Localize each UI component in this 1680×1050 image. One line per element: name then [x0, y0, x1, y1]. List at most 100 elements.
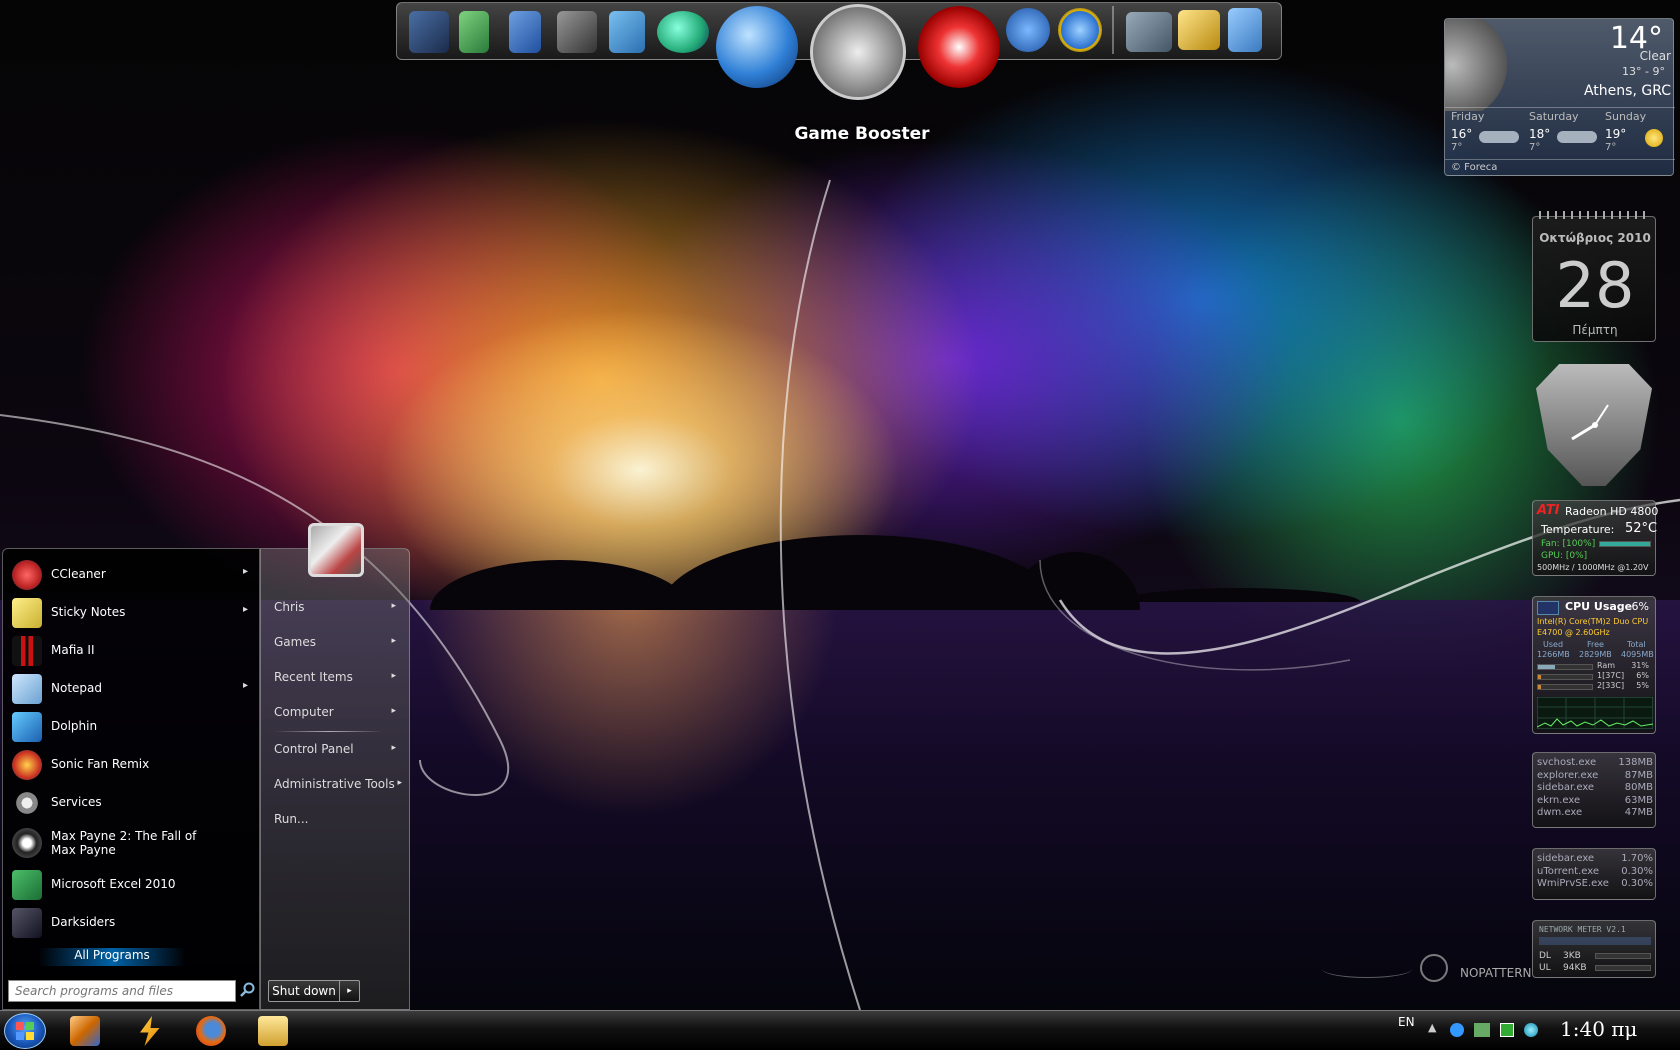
core1-bar [1537, 674, 1593, 680]
process-value: 87MB [1624, 769, 1653, 781]
gpu-monitor-gadget[interactable]: ATI Radeon HD 4800 Temperature: 52°C Fan… [1532, 500, 1658, 576]
ram-bar [1537, 664, 1593, 670]
winamp-icon[interactable] [140, 1016, 160, 1046]
upload-bar [1595, 965, 1651, 971]
firefox-icon[interactable] [196, 1016, 226, 1046]
cloud-icon [1479, 131, 1519, 143]
video-editor-icon[interactable] [557, 11, 597, 53]
mem-value: 2829MB [1579, 650, 1612, 659]
language-indicator[interactable]: EN [1398, 1015, 1415, 1029]
program-microsoft-excel-2010[interactable]: Microsoft Excel 2010 [8, 868, 258, 902]
media-player-icon[interactable] [70, 1016, 100, 1046]
core1-bar-fill [1538, 675, 1542, 679]
cpu-usage: 6% [1631, 600, 1649, 613]
moon-icon [1445, 19, 1515, 111]
swirl-app-icon[interactable] [918, 6, 1000, 88]
place-computer[interactable]: Computer ▸ [274, 705, 404, 719]
artist-signature [1322, 960, 1412, 978]
weather-divider [1445, 159, 1675, 160]
weather-credit: © Foreca [1451, 162, 1498, 173]
calendar-gadget[interactable]: Οκτώβριος 2010 28 Πέμπτη [1532, 211, 1656, 342]
sonic-fan-remix-icon [12, 750, 42, 780]
program-sticky-notes[interactable]: Sticky Notes ▸ [8, 596, 258, 630]
game-booster-gauge-icon[interactable] [810, 4, 906, 100]
place-user-folder[interactable]: Chris ▸ [274, 600, 404, 614]
program-mafia-ii[interactable]: Mafia II [8, 634, 258, 668]
place-recent-items[interactable]: Recent Items ▸ [274, 670, 404, 684]
upload-value: 94KB [1563, 963, 1587, 973]
recycle-bin-icon[interactable] [1228, 8, 1262, 52]
search-icon[interactable] [240, 982, 256, 998]
network-tray-icon[interactable] [1474, 1023, 1490, 1037]
process-row: svchost.exe 138MB [1537, 757, 1653, 769]
taskbar: EN ▲ 1:40 πμ [0, 1010, 1680, 1050]
ram-value: 31% [1631, 661, 1649, 670]
program-label: Dolphin [51, 719, 98, 733]
core1-value: 6% [1636, 671, 1649, 680]
shut-down-options-arrow-icon[interactable]: ▸ [340, 980, 360, 1002]
program-services[interactable]: Services [8, 786, 258, 820]
nopattern-logo-icon [1420, 954, 1448, 982]
shut-down-button[interactable]: Shut down [268, 980, 340, 1002]
windows-logo-icon [16, 1022, 34, 1040]
tray-security-icon[interactable] [1524, 1023, 1538, 1037]
search-programs-input[interactable] [8, 980, 236, 1002]
program-max-payne-2[interactable]: Max Payne 2: The Fall of Max Payne [8, 826, 258, 864]
places-divider [274, 731, 384, 732]
cpu-chip-icon [1537, 601, 1559, 615]
user-avatar[interactable] [308, 523, 364, 577]
forecast-day: Sunday [1605, 110, 1647, 123]
laptop-icon[interactable] [1126, 12, 1172, 52]
process-name: dwm.exe [1537, 807, 1583, 818]
browser-globe-icon[interactable] [716, 6, 798, 88]
darksiders-icon [12, 908, 42, 938]
submenu-arrow-icon: ▸ [391, 601, 396, 611]
program-sonic-fan-remix[interactable]: Sonic Fan Remix [8, 748, 258, 782]
taskbar-clock[interactable]: 1:40 πμ [1560, 1017, 1637, 1041]
top-cpu-processes-gadget[interactable]: sidebar.exe 1.70% uTorrent.exe 0.30% WmiPrvS… [1532, 848, 1656, 900]
weather-range: 13° - 9° [1622, 65, 1665, 78]
folder-icon[interactable] [258, 1016, 288, 1046]
weather-condition: Clear [1639, 49, 1671, 63]
place-run[interactable]: Run... [274, 812, 404, 826]
documents-icon[interactable] [609, 11, 645, 53]
place-administrative-tools[interactable]: Administrative Tools ▸ [274, 777, 404, 791]
program-notepad[interactable]: Notepad ▸ [8, 672, 258, 706]
program-label: Darksiders [51, 915, 116, 929]
place-control-panel[interactable]: Control Panel ▸ [274, 742, 404, 756]
program-label: Sticky Notes [51, 605, 126, 619]
process-row: explorer.exe 87MB [1537, 770, 1653, 782]
cpu-monitor-gadget[interactable]: CPU Usage 6% Intel(R) Core(TM)2 Duo CPU … [1532, 596, 1656, 734]
tray-h-app-icon[interactable] [1500, 1023, 1514, 1037]
program-ccleaner[interactable]: CCleaner ▸ [8, 558, 258, 592]
gpu-temp-value: 52°C [1625, 521, 1658, 536]
forecast-low: 7° [1451, 142, 1463, 153]
mem-value: 1266MB [1537, 650, 1570, 659]
place-label: Administrative Tools [274, 777, 395, 791]
tray-app-icon[interactable] [1450, 1023, 1464, 1037]
network-meter-gadget[interactable]: NETWORK METER V2.1 DL 3KB UL 94KB [1532, 920, 1656, 978]
start-orb-button[interactable] [4, 1013, 46, 1049]
mem-header: Free [1587, 640, 1604, 649]
program-label: CCleaner [51, 567, 106, 581]
gpu-load: GPU: [0%] [1541, 551, 1588, 561]
weather-gadget[interactable]: 14° Clear 13° - 9° Athens, GRC Friday 16… [1444, 18, 1675, 176]
network-globe-icon[interactable] [657, 11, 709, 53]
place-games[interactable]: Games ▸ [274, 635, 404, 649]
top-memory-processes-gadget[interactable]: svchost.exe 138MB explorer.exe 87MB sidebar.… [1532, 752, 1656, 828]
program-dolphin[interactable]: Dolphin [8, 710, 258, 744]
media-player-icon[interactable] [509, 11, 541, 53]
archive-icon[interactable] [459, 11, 489, 53]
yu-app-icon[interactable] [1006, 8, 1050, 52]
ccleaner-icon [12, 560, 42, 590]
internet-explorer-icon[interactable] [1058, 8, 1102, 52]
excel-icon [12, 870, 42, 900]
all-programs-button[interactable]: All Programs [38, 948, 186, 966]
submenu-arrow-icon: ▸ [391, 671, 396, 681]
max-payne-2-icon [12, 828, 42, 858]
computer-icon[interactable] [409, 11, 449, 53]
program-darksiders[interactable]: Darksiders [8, 906, 258, 940]
show-hidden-icons-icon[interactable]: ▲ [1428, 1021, 1436, 1034]
tools-icon[interactable] [1178, 10, 1220, 50]
process-name: uTorrent.exe [1537, 865, 1600, 877]
